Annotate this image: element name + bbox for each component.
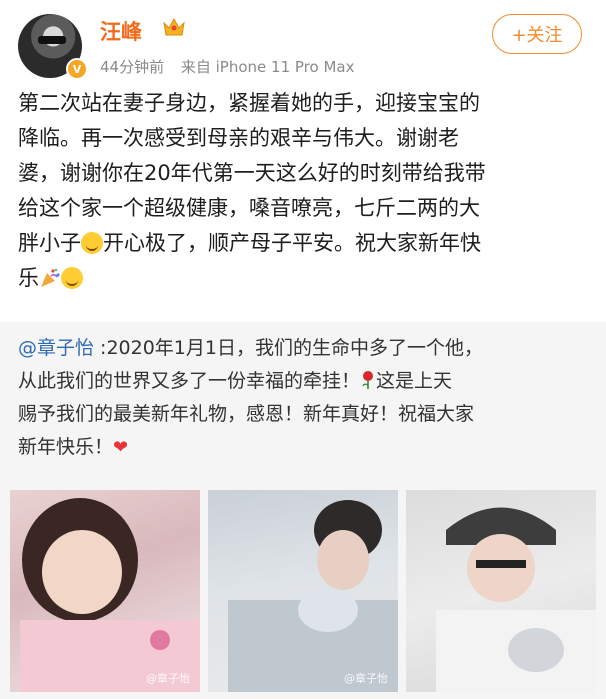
repost-line: 赐予我们的最美新年礼物，感恩！新年真好！祝福大家 — [18, 403, 475, 425]
photo-girl[interactable]: @章子怡 — [10, 490, 200, 692]
rose-icon — [362, 371, 374, 389]
post-line-segment: 胖小子 — [18, 231, 81, 255]
repost-line-segment: 这是上天 — [376, 370, 453, 392]
post-source: 来自 iPhone 11 Pro Max — [180, 58, 355, 76]
post-meta: 44分钟前 来自 iPhone 11 Pro Max — [100, 56, 366, 77]
post-text: 第二次站在妻子身边，紧握着她的手，迎接宝宝的 降临。再一次感受到母亲的艰辛与伟大… — [18, 86, 590, 296]
smile-emoji-icon — [61, 267, 83, 289]
photo-grid: @章子怡 @章子怡 — [10, 490, 596, 692]
repost-line-segment: :2020年1月1日，我们的生命中多了一个他， — [94, 337, 483, 359]
repost-box[interactable]: @章子怡 :2020年1月1日，我们的生命中多了一个他， 从此我们的世界又多了一… — [0, 322, 606, 699]
photo-father[interactable] — [406, 490, 596, 692]
post-line-segment: 开心极了，顺产母子平安。祝大家新年快 — [103, 231, 481, 255]
photo-father-illustration — [436, 507, 596, 692]
post-header: V 汪峰 44分钟前 来自 iPhone 11 Pro Max +关注 — [0, 0, 606, 88]
repost-line: 从此我们的世界又多了一份幸福的牵挂！ 这是上天 — [18, 365, 590, 398]
post-line: 乐 — [18, 261, 590, 296]
repost-line-segment: 从此我们的世界又多了一份幸福的牵挂！ — [18, 370, 361, 392]
verified-badge-icon: V — [66, 58, 88, 80]
post-line-segment: 乐 — [18, 266, 39, 290]
post-line: 给这个家一个超级健康，嗓音嘹亮，七斤二两的大 — [18, 196, 480, 220]
photo-watermark: @章子怡 — [146, 672, 190, 685]
party-popper-icon — [41, 268, 60, 287]
photo-hospital[interactable]: @章子怡 — [208, 490, 398, 692]
photo-hospital-illustration — [228, 500, 398, 692]
photo-girl-illustration — [20, 498, 200, 692]
post-line: 婆，谢谢你在20年代第一天这么好的时刻带给我带 — [18, 161, 486, 185]
repost-line: @章子怡 :2020年1月1日，我们的生命中多了一个他， — [18, 332, 590, 365]
heart-icon: ❤ — [113, 437, 129, 458]
photo-watermark: @章子怡 — [344, 672, 388, 685]
post-line: 降临。再一次感受到母亲的艰辛与伟大。谢谢老 — [18, 126, 459, 150]
repost-line: 新年快乐！❤ — [18, 431, 590, 464]
post-time: 44分钟前 — [100, 58, 165, 76]
follow-button[interactable]: +关注 — [492, 14, 582, 54]
grinning-emoji-icon — [81, 232, 103, 254]
username[interactable]: 汪峰 — [100, 16, 142, 46]
crown-icon — [163, 17, 185, 36]
avatar-glasses — [38, 36, 66, 44]
mention-link[interactable]: @章子怡 — [18, 337, 94, 359]
repost-text: @章子怡 :2020年1月1日，我们的生命中多了一个他， 从此我们的世界又多了一… — [18, 332, 590, 464]
repost-line-segment: 新年快乐！ — [18, 436, 114, 458]
post-line: 第二次站在妻子身边，紧握着她的手，迎接宝宝的 — [18, 91, 480, 115]
post-line: 胖小子 开心极了，顺产母子平安。祝大家新年快 — [18, 226, 590, 261]
